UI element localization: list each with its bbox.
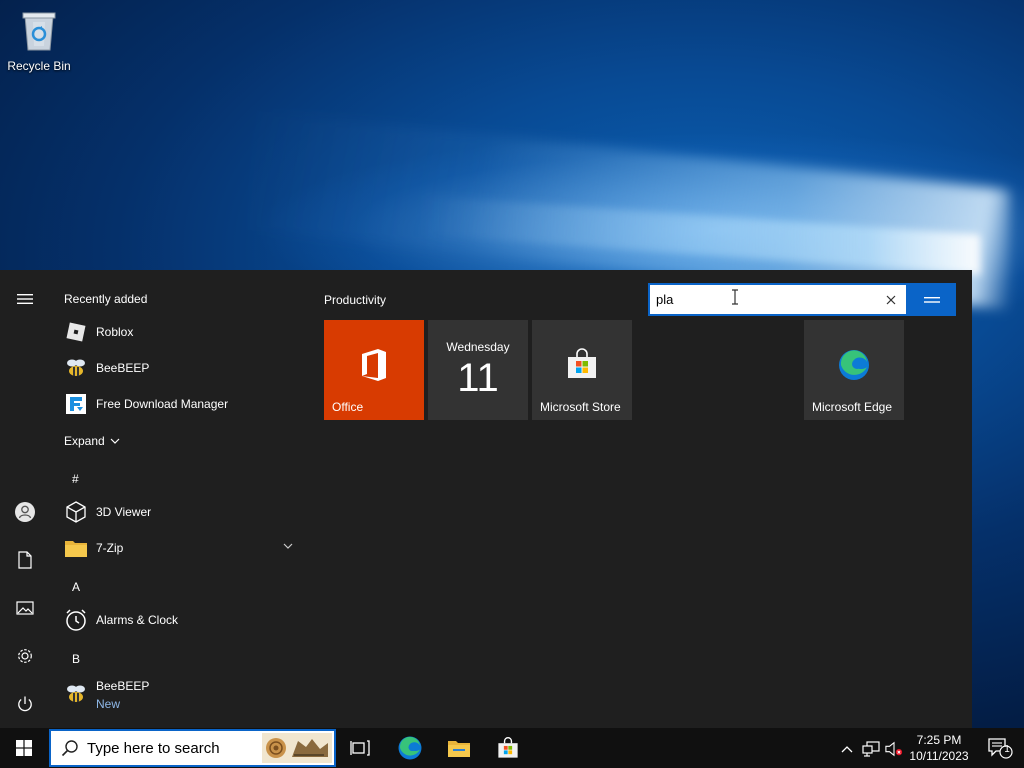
- tile-group-title[interactable]: Productivity: [324, 293, 386, 307]
- edge-icon: [398, 736, 422, 760]
- equals-icon: [924, 296, 940, 303]
- expand-recent-button[interactable]: Expand: [64, 434, 120, 448]
- volume-muted-icon: [885, 741, 903, 757]
- network-icon: [862, 741, 880, 757]
- tile-microsoft-store[interactable]: Microsoft Store: [532, 320, 632, 420]
- show-hidden-icons-button[interactable]: [838, 740, 856, 758]
- edge-icon: [839, 350, 869, 380]
- taskbar-search-placeholder: Type here to search: [87, 739, 220, 757]
- start-rail: [0, 270, 50, 728]
- power-button[interactable]: [0, 684, 50, 724]
- clock-date: 10/11/2023: [909, 749, 969, 763]
- office-icon: [362, 349, 386, 381]
- task-view-icon: [350, 740, 370, 756]
- section-letter-hash[interactable]: #: [72, 472, 79, 486]
- user-account-button[interactable]: [0, 492, 50, 532]
- pictures-button[interactable]: [0, 588, 50, 628]
- close-icon: [886, 295, 896, 305]
- folder-icon: [448, 741, 470, 757]
- task-view-button[interactable]: [336, 728, 384, 768]
- documents-button[interactable]: [0, 540, 50, 580]
- fdm-icon: [64, 392, 88, 416]
- windows-logo-icon: [16, 740, 32, 756]
- search-highlight-art-icon: [262, 733, 332, 763]
- pictures-icon: [16, 601, 34, 615]
- tile-office[interactable]: Office: [324, 320, 424, 420]
- network-button[interactable]: [862, 740, 880, 758]
- bee-icon: [64, 682, 88, 706]
- chevron-up-icon: [841, 746, 853, 753]
- start-search-input[interactable]: [650, 292, 870, 307]
- search-icon: [61, 740, 78, 757]
- app-item-beebeep-list[interactable]: BeeBEEP New: [50, 674, 305, 714]
- section-letter-a[interactable]: A: [72, 580, 80, 594]
- taskbar: Type here to search 7:25 PM 10/11/2023 1: [0, 728, 1024, 768]
- recently-added-header: Recently added: [64, 292, 148, 306]
- new-badge: New: [96, 697, 121, 711]
- tile-calendar[interactable]: Wednesday 11: [428, 320, 528, 420]
- app-item-beebeep[interactable]: BeeBEEP: [50, 350, 305, 386]
- clear-search-button[interactable]: [882, 291, 900, 309]
- text-cursor-icon: [732, 289, 738, 305]
- calendar-day: Wednesday: [446, 340, 510, 354]
- start-search-box[interactable]: [648, 283, 908, 316]
- taskbar-store-button[interactable]: [484, 728, 532, 768]
- clock-time: 7:25 PM: [916, 733, 962, 747]
- roblox-icon: [64, 320, 88, 344]
- gear-icon: [18, 649, 32, 663]
- app-list: Recently added Roblox BeeBEEP Free Downl…: [50, 270, 310, 728]
- chevron-down-icon: [110, 438, 120, 444]
- taskbar-edge-button[interactable]: [386, 728, 434, 768]
- document-icon: [18, 551, 32, 569]
- app-item-roblox[interactable]: Roblox: [50, 314, 305, 350]
- app-item-7zip[interactable]: 7-Zip: [50, 530, 305, 566]
- volume-button[interactable]: [885, 740, 903, 758]
- bee-icon: [64, 356, 88, 380]
- start-menu: Recently added Roblox BeeBEEP Free Downl…: [0, 270, 972, 728]
- store-icon: [568, 348, 596, 378]
- hamburger-icon: [17, 294, 33, 304]
- app-item-free-download-manager[interactable]: Free Download Manager: [50, 386, 305, 422]
- app-item-alarms-clock[interactable]: Alarms & Clock: [50, 602, 305, 638]
- section-letter-b[interactable]: B: [72, 652, 80, 666]
- settings-button[interactable]: [0, 636, 50, 676]
- cube-icon: [64, 500, 88, 524]
- taskbar-clock[interactable]: 7:25 PM 10/11/2023: [906, 732, 972, 764]
- folder-icon: [64, 536, 88, 560]
- taskbar-file-explorer-button[interactable]: [435, 728, 483, 768]
- store-icon: [498, 737, 518, 758]
- tile-microsoft-edge[interactable]: Microsoft Edge: [804, 320, 904, 420]
- chevron-down-icon[interactable]: [283, 543, 293, 549]
- recycle-bin-icon: [22, 12, 56, 51]
- start-button[interactable]: [0, 728, 48, 768]
- search-submit-button[interactable]: [908, 283, 956, 316]
- alarm-clock-icon: [64, 608, 88, 632]
- action-center-button[interactable]: 1: [980, 728, 1020, 768]
- user-avatar-icon: [15, 502, 35, 522]
- recycle-bin-shortcut[interactable]: Recycle Bin: [6, 8, 72, 73]
- app-item-3d-viewer[interactable]: 3D Viewer: [50, 494, 305, 530]
- taskbar-search-box[interactable]: Type here to search: [49, 729, 336, 767]
- recycle-bin-label: Recycle Bin: [7, 59, 71, 73]
- notification-count: 1: [1004, 744, 1010, 755]
- power-icon: [18, 696, 32, 712]
- calendar-date: 11: [457, 356, 499, 400]
- menu-expand-button[interactable]: [0, 279, 50, 319]
